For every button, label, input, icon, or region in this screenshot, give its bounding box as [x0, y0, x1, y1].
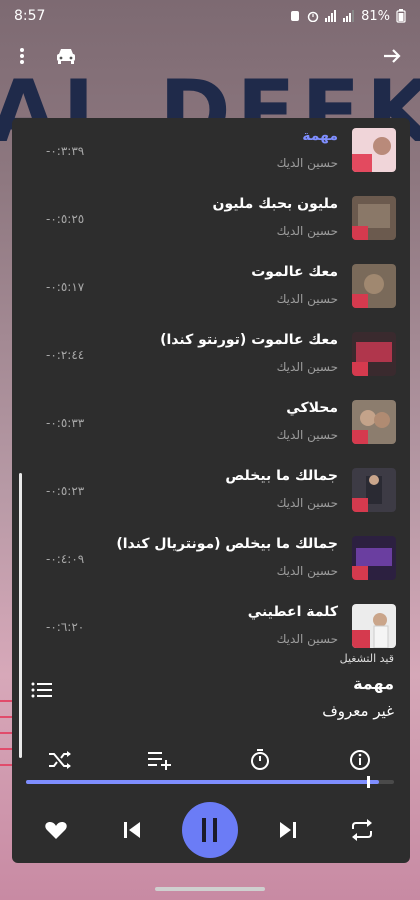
gesture-nav-handle[interactable]	[155, 887, 265, 891]
signal-icon	[325, 10, 337, 22]
song-title: معك عالموت	[251, 264, 338, 280]
song-duration: -٠:٤:٠٩	[46, 552, 85, 566]
song-title: معك عالموت (تورنتو كندا)	[160, 332, 338, 348]
song-thumbnail	[352, 196, 396, 240]
song-thumbnail	[352, 536, 396, 580]
signal-icon	[343, 10, 355, 22]
heart-icon[interactable]	[42, 816, 70, 844]
song-artist: حسين الديك	[276, 156, 338, 170]
song-thumbnail	[352, 332, 396, 376]
now-playing-title: مهمة	[353, 674, 394, 693]
song-thumbnail	[352, 400, 396, 444]
battery-level: 81%	[361, 8, 390, 24]
seek-thumb[interactable]	[367, 776, 371, 788]
song-duration: -٠:٣:٣٩	[46, 144, 85, 158]
song-artist: حسين الديك	[276, 564, 338, 578]
song-duration: -٠:٥:٣٣	[46, 416, 85, 430]
top-app-bar	[0, 38, 420, 74]
song-artist: حسين الديك	[276, 632, 338, 646]
more-vert-icon[interactable]	[8, 42, 36, 70]
status-bar: 8:57 81%	[0, 0, 420, 32]
queue-item[interactable]: جمالك ما بيخلص (مونتريال كندا) حسين الدي…	[12, 526, 410, 594]
battery-icon	[396, 9, 406, 23]
skip-next-icon[interactable]	[274, 816, 302, 844]
notification-icon	[291, 11, 300, 21]
song-title: مليون بحبك مليون	[212, 196, 339, 212]
queue-item[interactable]: مليون بحبك مليون حسين الديك -٠:٥:٢٥	[12, 186, 410, 254]
song-artist: حسين الديك	[276, 224, 338, 238]
seek-bar[interactable]	[26, 776, 394, 788]
queue-item[interactable]: محلاكي حسين الديك -٠:٥:٣٣	[12, 390, 410, 458]
song-artist: حسين الديك	[276, 292, 338, 306]
song-duration: -٠:٥:١٧	[46, 280, 85, 294]
song-title: جمالك ما بيخلص	[225, 468, 338, 484]
arrow-forward-icon[interactable]	[378, 42, 406, 70]
alarm-icon	[307, 11, 319, 22]
song-artist: حسين الديك	[276, 428, 338, 442]
song-title: مهمة	[302, 128, 338, 144]
song-duration: -٠:٢:٤٤	[46, 348, 85, 362]
song-artist: حسين الديك	[276, 360, 338, 374]
shuffle-icon[interactable]	[46, 746, 74, 774]
status-time: 8:57	[14, 8, 46, 24]
song-duration: -٠:٥:٢٥	[46, 212, 85, 226]
seek-progress	[26, 780, 380, 784]
queue-item[interactable]: مهمة حسين الديك -٠:٣:٣٩	[12, 118, 410, 186]
song-duration: -٠:٥:٢٣	[46, 484, 85, 498]
queue-panel: مهمة حسين الديك -٠:٣:٣٩ مليون بحبك مليون…	[12, 118, 410, 863]
pause-button[interactable]	[182, 802, 238, 858]
info-icon[interactable]	[346, 746, 374, 774]
song-thumbnail	[352, 468, 396, 512]
timer-icon[interactable]	[246, 746, 274, 774]
repeat-icon[interactable]	[348, 816, 376, 844]
playlist-add-icon[interactable]	[146, 746, 174, 774]
car-icon[interactable]	[52, 42, 80, 70]
song-artist: حسين الديك	[276, 496, 338, 510]
playback-controls	[12, 802, 410, 858]
song-title: محلاكي	[286, 400, 338, 416]
now-playing-artist: غير معروف	[322, 702, 394, 720]
song-duration: -٠:٦:٢٠	[46, 620, 85, 634]
queue-list-icon[interactable]	[30, 678, 54, 702]
queue-item[interactable]: جمالك ما بيخلص حسين الديك -٠:٥:٢٣	[12, 458, 410, 526]
song-thumbnail	[352, 264, 396, 308]
skip-previous-icon[interactable]	[118, 816, 146, 844]
now-playing-label: قيد التشغيل	[339, 652, 394, 665]
song-thumbnail	[352, 128, 396, 172]
pause-icon	[202, 818, 217, 842]
tools-row	[12, 742, 410, 778]
status-icons: 81%	[289, 9, 406, 24]
song-title: كلمة اعطيني	[247, 604, 338, 620]
song-thumbnail	[352, 604, 396, 648]
queue-item[interactable]: معك عالموت حسين الديك -٠:٥:١٧	[12, 254, 410, 322]
queue-item[interactable]: معك عالموت (تورنتو كندا) حسين الديك -٠:٢…	[12, 322, 410, 390]
song-title: جمالك ما بيخلص (مونتريال كندا)	[116, 536, 338, 552]
